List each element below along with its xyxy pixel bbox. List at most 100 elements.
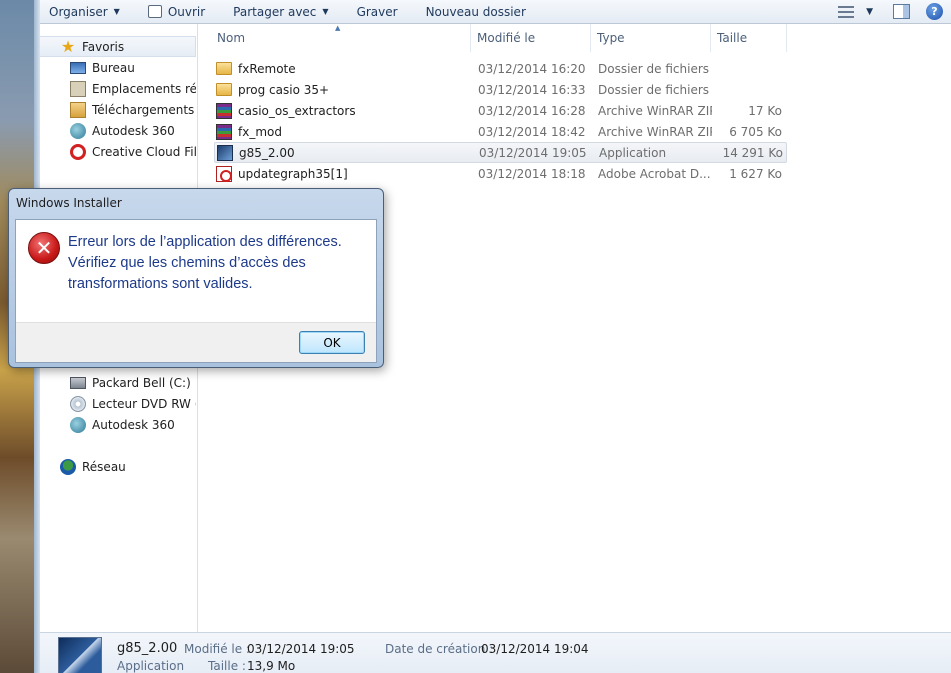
preview-pane-icon[interactable]: [893, 4, 910, 19]
nav-item-autodesk[interactable]: Autodesk 360: [40, 120, 196, 141]
column-type-label: Type: [597, 31, 625, 45]
file-modified: 03/12/2014 16:33: [478, 82, 586, 97]
file-name: updategraph35[1]: [238, 166, 348, 181]
nav-item-label: Autodesk 360: [92, 417, 175, 432]
new-folder-label: Nouveau dossier: [425, 4, 526, 19]
details-modified-label: Modifié le :: [184, 642, 250, 656]
ok-button[interactable]: OK: [299, 331, 365, 354]
nav-item-recent-places[interactable]: Emplacements récen: [40, 78, 196, 99]
autodesk-icon: [70, 416, 86, 433]
file-name: fx_mod: [238, 124, 282, 139]
application-icon: [217, 144, 233, 161]
nav-favorites-label: Favoris: [82, 39, 125, 54]
open-label: Ouvrir: [167, 4, 206, 19]
downloads-icon: [70, 101, 86, 118]
organize-button[interactable]: Organiser ▼: [40, 1, 129, 23]
nav-item-creative-cloud[interactable]: Creative Cloud Files: [40, 141, 196, 162]
file-name: fxRemote: [238, 61, 296, 76]
column-modified-label: Modifié le: [477, 31, 536, 45]
desktop-icon: [70, 61, 86, 74]
star-icon: ★: [60, 36, 76, 56]
column-header-name[interactable]: ▲ Nom: [199, 24, 471, 52]
folder-icon: [216, 83, 232, 96]
rar-archive-icon: [216, 123, 232, 140]
open-button[interactable]: Ouvrir: [139, 1, 214, 23]
file-row[interactable]: prog casio 35+ 03/12/2014 16:33 Dossier …: [214, 79, 787, 100]
file-size: 6 705 Ko: [729, 124, 782, 139]
file-size: 1 627 Ko: [729, 166, 782, 181]
dialog-body: ✕ Erreur lors de l’application des diffé…: [15, 219, 377, 363]
nav-item-label: Emplacements récen: [92, 81, 196, 96]
rar-archive-icon: [216, 102, 232, 119]
file-modified: 03/12/2014 16:20: [478, 61, 586, 76]
file-modified: 03/12/2014 18:18: [478, 166, 586, 181]
burn-label: Graver: [356, 4, 398, 19]
file-row[interactable]: fx_mod 03/12/2014 18:42 Archive WinRAR Z…: [214, 121, 787, 142]
file-modified: 03/12/2014 16:28: [478, 103, 586, 118]
help-icon[interactable]: ?: [926, 3, 943, 20]
open-icon: [147, 5, 162, 18]
creative-cloud-icon: [70, 143, 86, 160]
file-size: 14 291 Ko: [722, 145, 783, 160]
nav-item-label: Bureau: [92, 60, 135, 75]
nav-item-dvd-drive[interactable]: Lecteur DVD RW (D:): [40, 393, 196, 414]
file-type: Adobe Acrobat D...: [598, 166, 711, 181]
details-created-label: Date de création :: [385, 642, 494, 656]
nav-item-label: Creative Cloud Files: [92, 144, 196, 159]
dialog-title: Windows Installer: [16, 196, 122, 210]
error-icon: ✕: [28, 232, 60, 264]
file-modified: 03/12/2014 19:05: [479, 145, 587, 160]
nav-network[interactable]: Réseau: [40, 456, 196, 477]
dvd-drive-icon: [70, 395, 86, 412]
details-size-label: Taille :: [208, 659, 246, 673]
column-header-row: ▲ Nom Modifié le Type Taille: [199, 24, 951, 52]
command-bar: Organiser ▼ Ouvrir Partager avec ▼ Graver …: [40, 0, 951, 24]
sort-ascending-icon: ▲: [335, 24, 341, 32]
autodesk-icon: [70, 122, 86, 139]
file-row-selected[interactable]: g85_2.00 03/12/2014 19:05 Application 14…: [214, 142, 787, 163]
nav-network-label: Réseau: [82, 459, 126, 474]
file-type: Archive WinRAR ZIP: [598, 124, 712, 139]
burn-button[interactable]: Graver: [348, 1, 407, 23]
nav-item-desktop[interactable]: Bureau: [40, 57, 196, 78]
nav-item-downloads[interactable]: Téléchargements: [40, 99, 196, 120]
folder-icon: [216, 62, 232, 75]
details-file-type: Application: [117, 659, 185, 673]
nav-item-label: Packard Bell (C:): [92, 375, 191, 390]
column-size-label: Taille: [717, 31, 748, 45]
nav-item-label: Lecteur DVD RW (D:): [92, 396, 196, 411]
nav-item-drive-c[interactable]: Packard Bell (C:): [40, 372, 196, 393]
file-row[interactable]: updategraph35[1] 03/12/2014 18:18 Adobe …: [214, 163, 787, 184]
dialog-button-bar: OK: [16, 322, 376, 362]
chevron-down-icon: ▼: [322, 7, 329, 16]
file-modified: 03/12/2014 18:42: [478, 124, 586, 139]
column-header-size[interactable]: Taille: [711, 24, 787, 52]
nav-item-autodesk-drive[interactable]: Autodesk 360: [40, 414, 196, 435]
chevron-down-icon[interactable]: ▼: [866, 7, 873, 17]
pdf-icon: [216, 165, 232, 182]
column-name-label: Nom: [217, 31, 246, 45]
column-header-modified[interactable]: Modifié le: [471, 24, 591, 52]
file-type: Application: [599, 145, 667, 160]
windows-installer-dialog: Windows Installer ✕ Erreur lors de l’app…: [8, 188, 384, 368]
file-type: Dossier de fichiers: [598, 61, 710, 76]
file-size: 17 Ko: [748, 103, 782, 118]
share-button[interactable]: Partager avec ▼: [224, 1, 337, 23]
details-modified-value: 03/12/2014 19:05: [247, 642, 355, 656]
hard-drive-icon: [70, 376, 86, 389]
file-name: casio_os_extractors: [238, 103, 356, 118]
nav-favorites[interactable]: ★ Favoris: [40, 36, 196, 57]
column-header-type[interactable]: Type: [591, 24, 711, 52]
new-folder-button[interactable]: Nouveau dossier: [417, 1, 535, 23]
file-row[interactable]: fxRemote 03/12/2014 16:20 Dossier de fic…: [214, 58, 787, 79]
view-options-icon[interactable]: [838, 5, 855, 18]
chevron-down-icon: ▼: [113, 7, 120, 16]
details-pane: g85_2.00 Application Modifié le : 03/12/…: [40, 632, 951, 673]
network-icon: [60, 458, 76, 475]
details-file-name: g85_2.00: [117, 641, 178, 656]
nav-item-label: Téléchargements: [92, 102, 195, 117]
details-size-value: 13,9 Mo: [247, 659, 296, 673]
file-name: prog casio 35+: [238, 82, 330, 97]
file-row[interactable]: casio_os_extractors 03/12/2014 16:28 Arc…: [214, 100, 787, 121]
share-label: Partager avec: [233, 4, 317, 19]
